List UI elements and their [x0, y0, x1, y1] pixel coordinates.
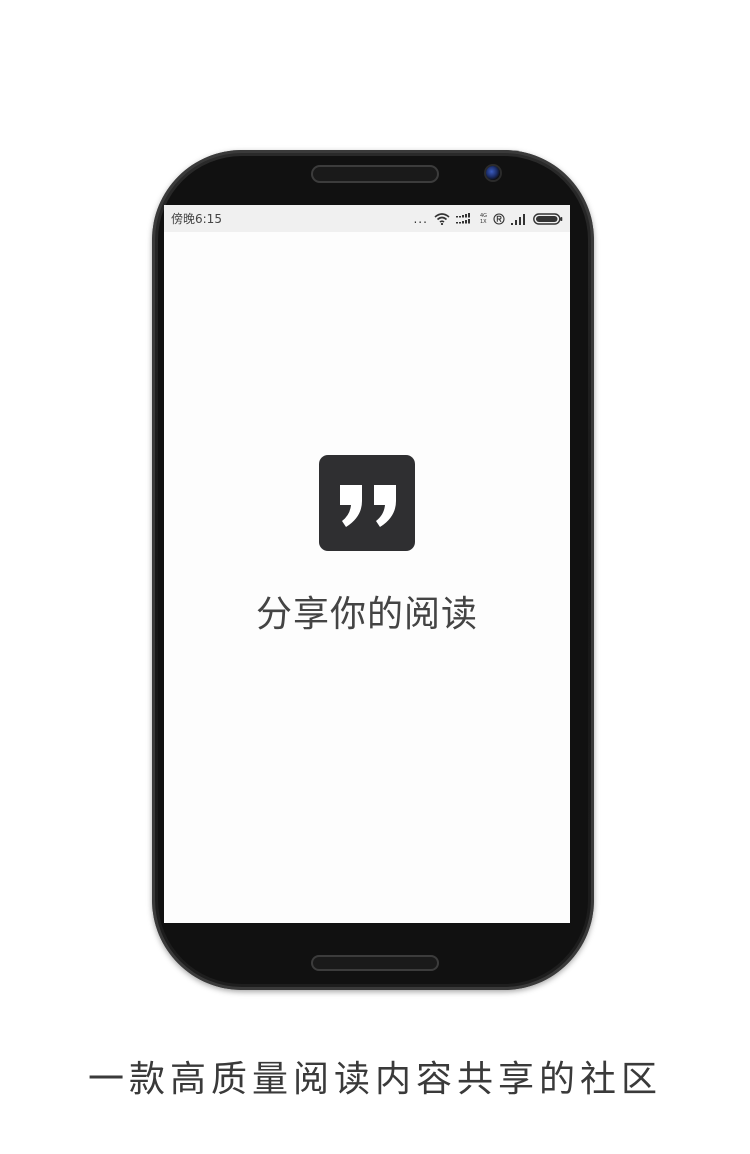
registered-icon	[493, 212, 505, 225]
network-type-label: 4G 1X	[480, 213, 487, 225]
status-time: 傍晚6:15	[171, 212, 222, 226]
status-icons: ... 4G 1X	[413, 211, 563, 226]
bottom-speaker	[313, 957, 437, 969]
battery-icon	[533, 212, 563, 225]
promo-caption: 一款高质量阅读内容共享的社区	[87, 1059, 662, 1100]
more-dots-icon: ...	[413, 211, 428, 226]
app-slogan: 分享你的阅读	[255, 594, 478, 635]
app-logo	[319, 455, 415, 551]
signal-bars-icon	[455, 212, 478, 225]
quote-mark-icon	[340, 485, 396, 527]
front-camera	[486, 166, 500, 180]
status-bar: 傍晚6:15 ... 4G 1X	[164, 205, 570, 232]
earpiece-speaker	[313, 167, 437, 181]
phone-screen: 傍晚6:15 ... 4G 1X 分享你的阅读	[164, 205, 570, 923]
phone-frame: 傍晚6:15 ... 4G 1X 分享你的阅读	[152, 150, 594, 990]
cell-signal-icon	[511, 213, 527, 225]
network-bottom-label: 1X	[479, 218, 487, 225]
wifi-icon	[434, 212, 450, 225]
page: 傍晚6:15 ... 4G 1X 分享你的阅读 一款高质量阅读内容共享的社区	[0, 0, 750, 1154]
